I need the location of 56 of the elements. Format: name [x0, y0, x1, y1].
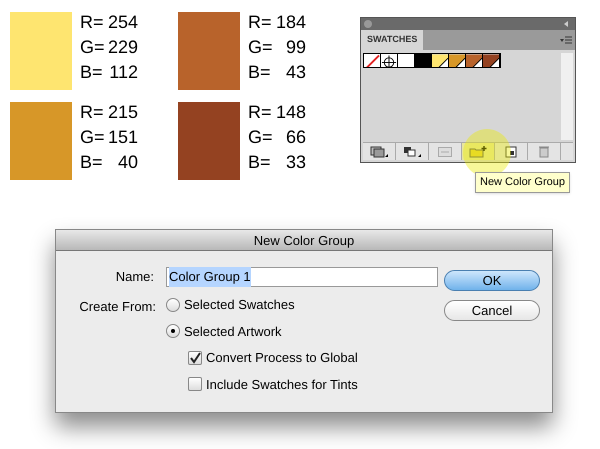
radio-label: Selected Swatches	[184, 296, 295, 314]
channel-label: R=	[248, 101, 272, 124]
checkbox-label: Include Swatches for Tints	[206, 376, 358, 394]
channel-value: 112	[108, 61, 138, 84]
channel-label: B=	[248, 61, 272, 84]
dialog-button[interactable]: OK	[444, 270, 540, 291]
library-icon	[370, 146, 388, 158]
channel-label: B=	[248, 151, 272, 174]
folder-plus-icon	[469, 146, 487, 158]
color-swatch[interactable]	[415, 54, 432, 67]
channel-label: B=	[80, 61, 104, 84]
channel-label: G=	[80, 36, 104, 59]
dialog-button[interactable]: Cancel	[444, 300, 540, 321]
color-swatch[interactable]	[432, 54, 449, 67]
none-swatch[interactable]	[364, 54, 381, 67]
channel-label: R=	[80, 11, 104, 34]
channel-value: 40	[116, 151, 138, 174]
channel-label: R=	[80, 101, 104, 124]
color-swatch[interactable]	[398, 54, 415, 67]
channel-value: 33	[284, 151, 306, 174]
channel-value: 148	[274, 101, 306, 124]
checkbox[interactable]	[188, 377, 202, 392]
swatch-options-icon	[438, 146, 452, 156]
dialog-title: New Color Group	[56, 230, 552, 251]
channel-value: 215	[106, 101, 138, 124]
trash-icon	[538, 145, 550, 158]
checkbox-label: Convert Process to Global	[206, 349, 358, 367]
new-swatch-icon	[505, 146, 517, 158]
channel-value: 66	[284, 126, 306, 149]
name-field[interactable]: Color Group 1	[166, 267, 438, 287]
panel-tab[interactable]: SWATCHES	[361, 30, 424, 50]
channel-label: G=	[80, 126, 104, 149]
field-label: Name:	[114, 268, 155, 286]
channel-value: 229	[106, 36, 138, 59]
channel-label: R=	[248, 11, 272, 34]
channel-label: B=	[80, 151, 104, 174]
channel-value: 99	[284, 36, 306, 59]
channel-value: 43	[284, 61, 306, 84]
swatch-kinds-icon	[403, 146, 421, 158]
radio-button[interactable]	[166, 324, 180, 338]
color-swatch[interactable]	[466, 54, 483, 67]
channel-label: G=	[248, 36, 272, 59]
field-label: Create From:	[78, 298, 157, 316]
tooltip: New Color Group	[475, 172, 570, 192]
checkbox[interactable]	[188, 350, 202, 365]
panel-menu-icon[interactable]	[560, 36, 572, 45]
registration-swatch[interactable]	[381, 54, 398, 67]
channel-value: 254	[106, 11, 138, 34]
radio-label: Selected Artwork	[184, 322, 282, 340]
radio-button[interactable]	[166, 298, 180, 312]
scrollbar[interactable]	[561, 53, 573, 140]
channel-value: 184	[274, 11, 306, 34]
color-swatch[interactable]	[483, 54, 500, 67]
color-swatch[interactable]	[449, 54, 466, 67]
channel-value: 151	[106, 126, 138, 149]
channel-label: G=	[248, 126, 272, 149]
